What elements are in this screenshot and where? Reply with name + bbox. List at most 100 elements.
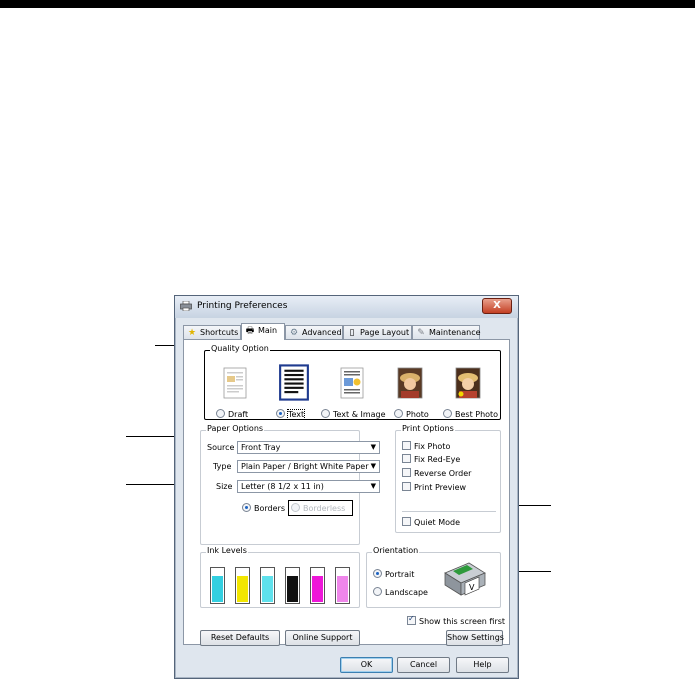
- fix-photo-checkbox[interactable]: [402, 441, 411, 450]
- printing-preferences-window: Printing Preferences X ★ Shortcuts 🖶 Mai…: [174, 295, 519, 679]
- quality-text-image-option[interactable]: Text & Image: [321, 409, 386, 419]
- text-image-quality-icon[interactable]: [337, 366, 367, 400]
- print-preview-option[interactable]: Print Preview: [402, 482, 466, 492]
- size-select[interactable]: Letter (8 1/2 x 11 in) ▼: [237, 480, 380, 493]
- quality-draft-radio[interactable]: [216, 409, 225, 418]
- cancel-button[interactable]: Cancel: [397, 657, 450, 673]
- tab-page-layout[interactable]: ▯ Page Layout: [343, 325, 412, 339]
- tab-main-label: Main: [258, 326, 278, 335]
- source-select[interactable]: Front Tray ▼: [237, 441, 380, 454]
- reverse-order-option[interactable]: Reverse Order: [402, 468, 471, 478]
- quiet-mode-option[interactable]: Quiet Mode: [402, 517, 460, 527]
- printer-icon: [180, 301, 192, 311]
- quality-text-image-label: Text & Image: [333, 410, 386, 419]
- landscape-option[interactable]: Landscape: [373, 587, 428, 597]
- fix-red-eye-label: Fix Red-Eye: [414, 455, 461, 464]
- quiet-mode-checkbox[interactable]: [402, 517, 411, 526]
- borders-radio[interactable]: [242, 503, 251, 512]
- source-label: Source: [207, 443, 235, 452]
- ink-level-fill: [262, 576, 273, 602]
- ink-cartridge: [260, 567, 275, 604]
- type-label: Type: [213, 462, 232, 471]
- ink-level-fill: [212, 576, 223, 602]
- tab-advanced[interactable]: ⚙ Advanced: [285, 325, 343, 339]
- tab-advanced-label: Advanced: [302, 328, 342, 337]
- ink-levels-group: Ink Levels: [200, 546, 360, 608]
- show-screen-first-checkbox[interactable]: [407, 614, 416, 625]
- show-screen-first-option[interactable]: Show this screen first: [407, 614, 506, 626]
- portrait-option[interactable]: Portrait: [373, 569, 414, 579]
- close-button[interactable]: X: [482, 298, 512, 314]
- quality-photo-option[interactable]: Photo: [394, 409, 429, 419]
- source-value: Front Tray: [241, 443, 281, 452]
- quality-option-group: Quality Option Draft Text Text & Image P…: [204, 344, 501, 420]
- quality-text-image-radio[interactable]: [321, 409, 330, 418]
- photo-quality-icon[interactable]: [395, 366, 425, 400]
- tab-maintenance[interactable]: ✎ Maintenance: [412, 325, 481, 339]
- fix-photo-option[interactable]: Fix Photo: [402, 441, 450, 451]
- show-screen-first-label: Show this screen first: [419, 617, 506, 626]
- portrait-label: Portrait: [385, 570, 415, 579]
- type-value: Plain Paper / Bright White Paper: [241, 462, 369, 471]
- tab-main[interactable]: 🖶 Main: [241, 323, 285, 340]
- dropdown-arrow-icon: ▼: [370, 443, 376, 451]
- borderless-option[interactable]: Borderless: [288, 500, 354, 516]
- ink-cartridge: [310, 567, 325, 604]
- ink-cartridge: [210, 567, 225, 604]
- quality-option-legend: Quality Option: [210, 344, 270, 353]
- wrench-icon: ✎: [417, 328, 425, 338]
- quality-best-photo-option[interactable]: Best Photo: [443, 409, 498, 419]
- type-select[interactable]: Plain Paper / Bright White Paper ▼: [237, 460, 380, 473]
- online-support-button[interactable]: Online Support: [285, 630, 360, 646]
- quality-best-photo-label: Best Photo: [455, 410, 499, 419]
- reset-defaults-button[interactable]: Reset Defaults: [200, 630, 280, 646]
- size-label: Size: [216, 482, 233, 491]
- star-icon: ★: [187, 328, 197, 338]
- ok-button[interactable]: OK: [340, 657, 393, 673]
- tab-shortcuts[interactable]: ★ Shortcuts: [183, 325, 241, 339]
- printer-icon: 🖶: [245, 326, 255, 336]
- svg-text:V: V: [469, 583, 475, 592]
- portrait-radio[interactable]: [373, 569, 382, 578]
- print-options-legend: Print Options: [401, 424, 455, 433]
- fix-red-eye-option[interactable]: Fix Red-Eye: [402, 454, 460, 464]
- help-button[interactable]: Help: [456, 657, 509, 673]
- show-settings-button[interactable]: Show Settings: [446, 630, 504, 646]
- ink-levels-legend: Ink Levels: [206, 546, 248, 555]
- page-icon: ▯: [349, 328, 355, 338]
- dropdown-arrow-icon: ▼: [370, 482, 376, 490]
- quality-draft-option[interactable]: Draft: [216, 409, 248, 419]
- orientation-group: Orientation Portrait Landscape V: [366, 546, 501, 608]
- quality-photo-radio[interactable]: [394, 409, 403, 418]
- quality-best-photo-radio[interactable]: [443, 409, 452, 418]
- quality-draft-label: Draft: [228, 410, 249, 419]
- text-quality-icon[interactable]: [278, 364, 310, 401]
- ink-level-fill: [312, 576, 323, 602]
- orientation-legend: Orientation: [372, 546, 420, 555]
- borderless-radio[interactable]: [291, 503, 300, 512]
- fix-red-eye-checkbox[interactable]: [402, 454, 411, 463]
- quality-text-option[interactable]: Text: [276, 409, 306, 420]
- fix-photo-label: Fix Photo: [414, 442, 451, 451]
- borders-label: Borders: [254, 504, 285, 513]
- ink-cartridge: [235, 567, 250, 604]
- paper-options-legend: Paper Options: [206, 424, 265, 433]
- size-value: Letter (8 1/2 x 11 in): [241, 482, 324, 491]
- landscape-radio[interactable]: [373, 587, 382, 596]
- tab-page-layout-label: Page Layout: [360, 328, 410, 337]
- tab-maintenance-label: Maintenance: [429, 328, 481, 337]
- tab-shortcuts-label: Shortcuts: [200, 328, 239, 337]
- draft-quality-icon[interactable]: [220, 366, 250, 400]
- borders-option[interactable]: Borders: [242, 503, 285, 513]
- ink-level-fill: [337, 576, 348, 602]
- quality-text-radio[interactable]: [276, 409, 285, 418]
- borderless-label: Borderless: [303, 504, 346, 513]
- print-preview-checkbox[interactable]: [402, 482, 411, 491]
- quiet-mode-label: Quiet Mode: [414, 518, 460, 527]
- reverse-order-label: Reverse Order: [414, 469, 472, 478]
- printer-orientation-icon: V: [444, 562, 486, 596]
- reverse-order-checkbox[interactable]: [402, 468, 411, 477]
- ink-cartridge: [335, 567, 350, 604]
- ink-cartridge: [285, 567, 300, 604]
- best-photo-quality-icon[interactable]: [453, 366, 483, 400]
